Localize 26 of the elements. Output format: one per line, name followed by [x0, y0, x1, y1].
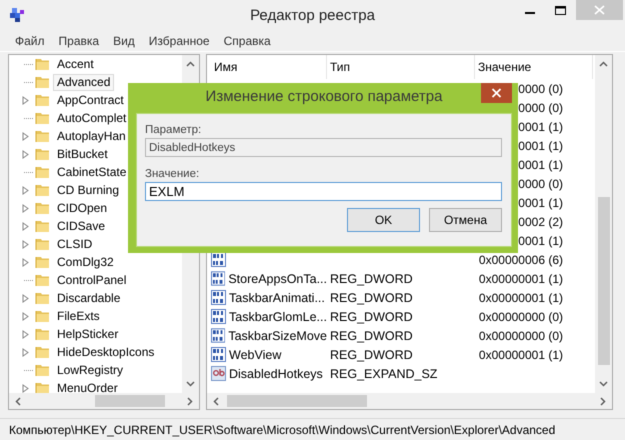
value-type: REG_DWORD	[330, 348, 413, 362]
field-label: Значение:	[145, 167, 200, 182]
window-title: Редактор реестра	[250, 6, 375, 24]
value-type: REG_DWORD	[330, 328, 413, 342]
value-type: REG_DWORD	[330, 310, 413, 324]
value-data: 0x00000001 (1)	[478, 348, 563, 362]
value-data: 0000 (0)	[518, 82, 563, 96]
value-data: 0002 (2)	[518, 214, 563, 228]
key-path: Компьютер\HKEY_CURRENT_USER\Software\Microsoft\Windows\CurrentVersion\Explorer\Advanced	[9, 423, 556, 437]
value-type: REG_EXPAND_SZ	[330, 366, 438, 380]
value-data: 0x00000000 (0)	[478, 310, 563, 324]
value-data: 0x00000001 (1)	[478, 272, 563, 286]
value-data: 0000 (0)	[518, 176, 563, 190]
value-data: 0001 (1)	[518, 120, 563, 134]
value-data: 0x00000000 (0)	[478, 328, 563, 342]
field-label: Параметр:	[145, 123, 202, 138]
value-data: 0000 (0)	[518, 100, 563, 114]
value-type: REG_DWORD	[330, 272, 413, 286]
value-type: REG_DWORD	[330, 290, 413, 304]
value-data: 0x00000001 (1)	[478, 290, 563, 304]
value-data: 0001 (1)	[518, 234, 563, 248]
value-data: 0x00000006 (6)	[478, 252, 563, 266]
value-data: 0001 (1)	[518, 158, 563, 172]
value-data: 0001 (1)	[518, 196, 563, 210]
value-data: 0001 (1)	[518, 138, 563, 152]
dialog-title: Изменение строкового параметра	[206, 88, 442, 105]
